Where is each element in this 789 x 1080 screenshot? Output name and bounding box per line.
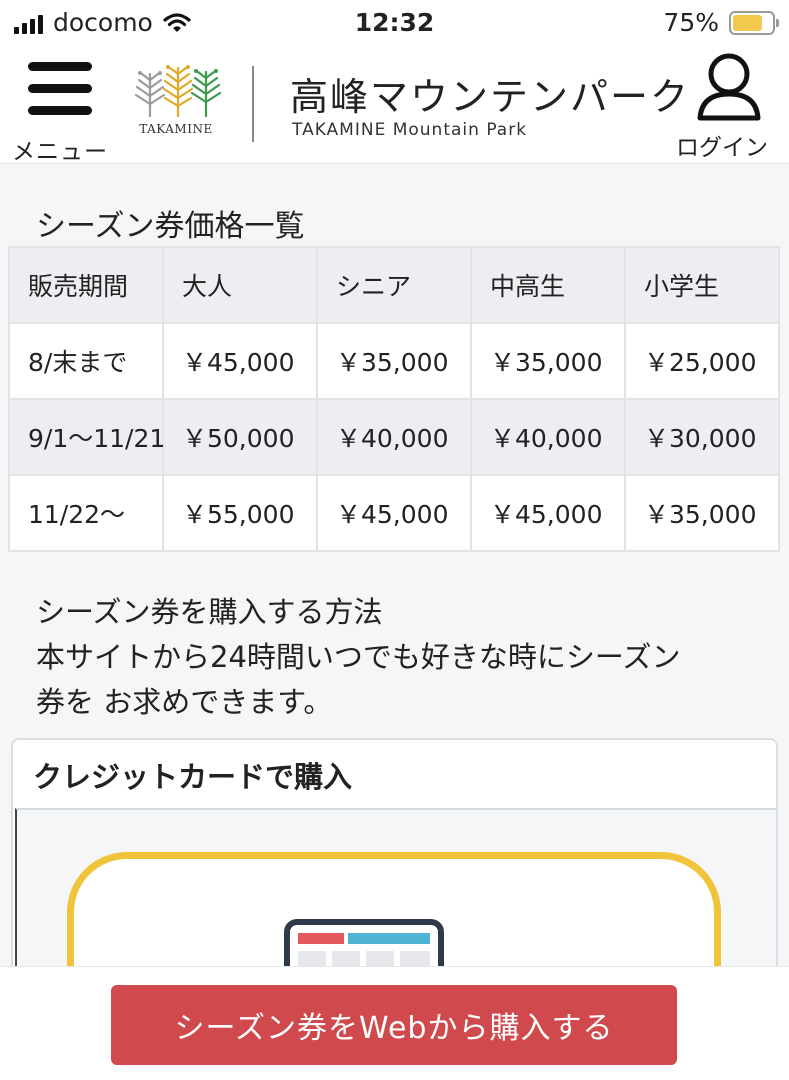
login-label: ログイン — [676, 135, 768, 161]
price-cell: ￥40,000 — [470, 398, 626, 476]
column-header: 大人 — [162, 246, 318, 324]
menu-button[interactable]: メニュー — [10, 54, 120, 165]
table-row: 8/末まで ￥45,000 ￥35,000 ￥35,000 ￥25,000 — [8, 322, 780, 400]
column-header: シニア — [316, 246, 472, 324]
price-cell: ￥35,000 — [316, 322, 472, 400]
howto-section: シーズン券を購入する方法 本サイトから24時間いつでも好きな時にシーズン 券を … — [36, 590, 756, 725]
price-table: 販売期間 大人 シニア 中高生 小学生 8/末まで ￥45,000 ￥35,00… — [8, 246, 780, 552]
card-title: クレジットカードで購入 — [33, 760, 353, 794]
status-right: 75% — [663, 8, 779, 37]
column-header: 販売期間 — [8, 246, 164, 324]
column-header: 中高生 — [470, 246, 626, 324]
howto-line: 券を お求めできます。 — [36, 685, 333, 719]
price-cell: ￥55,000 — [162, 474, 318, 552]
park-subtitle: TAKAMINE Mountain Park — [292, 120, 528, 140]
price-cell: ￥40,000 — [316, 398, 472, 476]
howto-title: シーズン券を購入する方法 — [36, 595, 383, 629]
price-cell: ￥35,000 — [470, 322, 626, 400]
period-cell: 8/末まで — [8, 322, 164, 400]
price-section-title: シーズン券価格一覧 — [36, 209, 305, 244]
battery-icon — [729, 10, 779, 35]
period-cell: 11/22〜 — [8, 474, 164, 552]
howto-line: 本サイトから24時間いつでも好きな時にシーズン — [36, 640, 681, 674]
login-button[interactable]: ログイン — [672, 50, 784, 161]
hamburger-icon — [28, 62, 92, 116]
table-row: 11/22〜 ￥55,000 ￥45,000 ￥45,000 ￥35,000 — [8, 474, 780, 552]
price-cell: ￥45,000 — [470, 474, 626, 552]
status-bar: docomo 12:32 75% — [0, 0, 789, 44]
logo-text: TAKAMINE — [139, 122, 213, 136]
bottom-cta-bar: シーズン券をWebから購入する — [0, 966, 789, 1080]
price-cell: ￥30,000 — [624, 398, 780, 476]
header-divider — [252, 66, 254, 142]
site-header: メニュー TAKAMINE 高峰マウンテンパーク TAKAMINE Mounta… — [0, 44, 789, 165]
period-cell: 9/1〜11/21 — [8, 398, 165, 476]
price-cell: ￥45,000 — [162, 322, 318, 400]
price-cell: ￥25,000 — [624, 322, 780, 400]
buy-season-pass-button[interactable]: シーズン券をWebから購入する — [111, 985, 677, 1065]
user-icon — [697, 53, 761, 121]
battery-percent: 75% — [663, 8, 719, 37]
price-cell: ￥35,000 — [624, 474, 780, 552]
table-row: 9/1〜11/21 ￥50,000 ￥40,000 ￥40,000 ￥30,00… — [8, 398, 780, 476]
park-title: 高峰マウンテンパーク — [290, 75, 691, 119]
price-cell: ￥45,000 — [316, 474, 472, 552]
battery-fill — [733, 14, 762, 31]
menu-label: メニュー — [12, 139, 108, 165]
price-cell: ￥50,000 — [162, 398, 318, 476]
table-header-row: 販売期間 大人 シニア 中高生 小学生 — [8, 246, 780, 324]
column-header: 小学生 — [624, 246, 780, 324]
